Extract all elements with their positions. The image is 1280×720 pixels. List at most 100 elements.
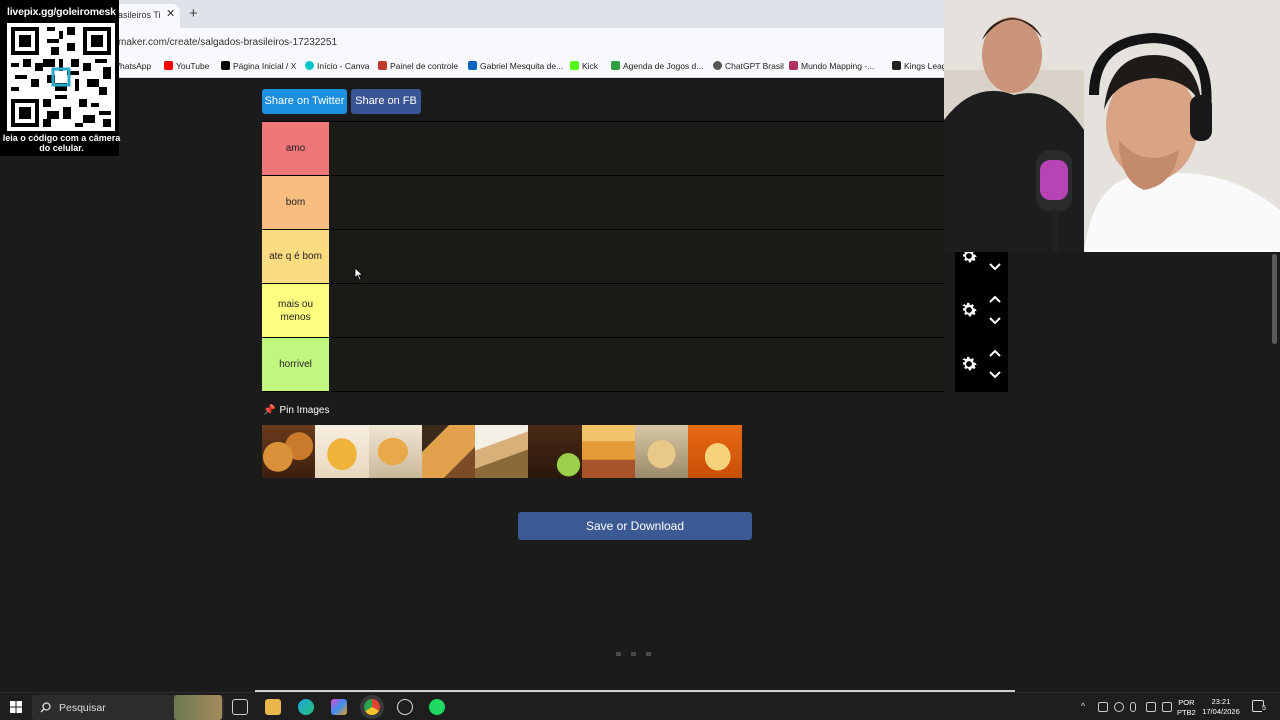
clock-time: 23:21 (1211, 697, 1231, 706)
tier-list: amo bom ate q é bom mais ou menos horriv… (262, 121, 944, 392)
pin-images-label: Pin Images (279, 405, 330, 416)
food-image-coxinha-plate[interactable] (315, 425, 369, 478)
agenda-icon (611, 61, 620, 70)
tray-chevron-up-icon[interactable]: ^ (1081, 701, 1085, 711)
file-explorer-icon[interactable] (265, 699, 281, 715)
linkedin-icon (468, 61, 477, 70)
bookmark-label: Gabriel Mesquita de... (480, 61, 564, 71)
loading-dots (616, 643, 661, 661)
edge-icon[interactable] (298, 699, 314, 715)
gear-icon[interactable] (959, 300, 979, 320)
chevron-down-icon[interactable] (988, 262, 1002, 272)
tray-network-off-icon[interactable] (1114, 702, 1124, 712)
clock[interactable]: 23:21 17/04/2026 (1200, 697, 1242, 717)
bookmark-kings-league[interactable]: Kings Leag (892, 61, 947, 71)
pin-icon: 📌 (263, 405, 276, 416)
bookmark-label: YouTube (176, 61, 210, 71)
tier-label[interactable]: horrivel (262, 338, 329, 391)
chatgpt-icon (713, 61, 722, 70)
tier-row[interactable]: amo (262, 122, 944, 176)
tab-close-icon[interactable]: ✕ (166, 7, 175, 20)
bookmark-agenda[interactable]: Agenda de Jogos d... (611, 61, 703, 71)
search-placeholder: Pesquisar (59, 702, 106, 714)
task-view-icon[interactable] (232, 699, 248, 715)
spotify-icon[interactable] (429, 699, 445, 715)
save-download-button[interactable]: Save or Download (518, 512, 752, 540)
url-text[interactable]: maker.com/create/salgados-brasileiros-17… (118, 37, 337, 48)
copilot-icon[interactable] (331, 699, 347, 715)
volume-icon[interactable] (1162, 702, 1172, 712)
food-image-enroladinho[interactable] (475, 425, 529, 478)
bookmark-label: Painel de controle (390, 61, 459, 71)
bookmark-chatgpt[interactable]: ChatGPT Brasil (713, 61, 784, 71)
unranked-image-pool (262, 425, 742, 478)
chevron-up-icon[interactable] (988, 348, 1002, 358)
bookmark-label: Agenda de Jogos d... (623, 61, 704, 71)
bookmarks-bar: WhatsApp YouTube Página Inicial / X Iníc… (0, 56, 947, 78)
share-fb-button[interactable]: Share on FB (351, 89, 421, 114)
tier-label[interactable]: bom (262, 176, 329, 229)
chevron-up-icon[interactable] (988, 294, 1002, 304)
bookmark-canva[interactable]: Início - Canva (305, 61, 369, 71)
tier-label[interactable]: amo (262, 122, 329, 175)
share-twitter-button[interactable]: Share on Twitter (262, 89, 347, 114)
tray-app-icon[interactable] (1098, 702, 1108, 712)
taskbar-search-box[interactable]: Pesquisar (32, 695, 224, 720)
tier-label[interactable]: mais ou menos (262, 284, 329, 337)
food-image-esfiha[interactable] (581, 425, 636, 478)
bookmark-label: Página Inicial / X (233, 61, 297, 71)
search-highlight-image (174, 695, 222, 720)
mapping-icon (789, 61, 798, 70)
food-image-pastel[interactable] (421, 425, 476, 478)
scrollbar-thumb[interactable] (1272, 254, 1277, 344)
bookmark-kick[interactable]: Kick (570, 61, 598, 71)
tier-row[interactable]: horrivel (262, 338, 944, 392)
windows-start-icon[interactable] (10, 701, 22, 713)
kick-icon (570, 61, 579, 70)
bookmark-label: Início - Canva (317, 61, 370, 71)
gear-icon[interactable] (959, 354, 979, 374)
pin-images-toggle[interactable]: 📌 Pin Images (263, 405, 329, 416)
tab-title: asileiros Ti (118, 10, 161, 20)
qr-code-icon (7, 23, 115, 131)
qr-caption: leia o código com a câmera do celular. (2, 133, 121, 153)
address-bar[interactable]: maker.com/create/salgados-brasileiros-17… (0, 28, 944, 56)
language-code: POR (1178, 698, 1195, 707)
tier-controls (955, 338, 1008, 392)
bookmark-youtube[interactable]: YouTube (164, 61, 209, 71)
bookmark-linkedin[interactable]: Gabriel Mesquita de... (468, 61, 563, 71)
bookmark-painel[interactable]: Painel de controle (378, 61, 458, 71)
bookmark-label: ChatGPT Brasil (725, 61, 784, 71)
new-tab-button[interactable]: + (189, 5, 198, 22)
tier-label[interactable]: ate q é bom (262, 230, 329, 283)
bookmark-label: Kick (582, 61, 599, 71)
clock-date: 17/04/2026 (1202, 707, 1240, 716)
food-image-coxinha[interactable] (262, 425, 316, 478)
chevron-down-icon[interactable] (988, 370, 1002, 380)
bookmark-x[interactable]: Página Inicial / X (221, 61, 296, 71)
chrome-icon[interactable] (364, 699, 380, 715)
bookmark-mundo-mapping[interactable]: Mundo Mapping -... (789, 61, 874, 71)
tier-row[interactable]: ate q é bom (262, 230, 944, 284)
bookmark-label: Mundo Mapping -... (801, 61, 875, 71)
tier-row[interactable]: mais ou menos (262, 284, 944, 338)
notification-count: 5 (1262, 705, 1266, 712)
x-icon (221, 61, 230, 70)
mouse-cursor-icon (354, 267, 364, 281)
search-icon (40, 702, 51, 713)
browser-tab-bar: asileiros Ti ✕ + (0, 0, 944, 28)
food-image-risole[interactable] (688, 425, 742, 478)
microphone-icon[interactable] (1130, 702, 1136, 712)
qr-header-text: livepix.gg/goleiromesk (7, 6, 116, 18)
chevron-down-icon[interactable] (988, 316, 1002, 326)
tier-row[interactable]: bom (262, 176, 944, 230)
qr-overlay: livepix.gg/goleiromesk leia o código com… (0, 0, 121, 156)
food-image-pao-de-queijo[interactable] (635, 425, 689, 478)
food-image-empada[interactable] (368, 425, 422, 478)
tier-controls (955, 284, 1008, 338)
language-indicator[interactable]: POR PTB2 (1177, 698, 1196, 718)
obs-icon[interactable] (397, 699, 413, 715)
food-image-kibe[interactable] (528, 425, 582, 478)
bookmark-label: Kings Leag (904, 61, 947, 71)
wifi-icon[interactable] (1146, 702, 1156, 712)
